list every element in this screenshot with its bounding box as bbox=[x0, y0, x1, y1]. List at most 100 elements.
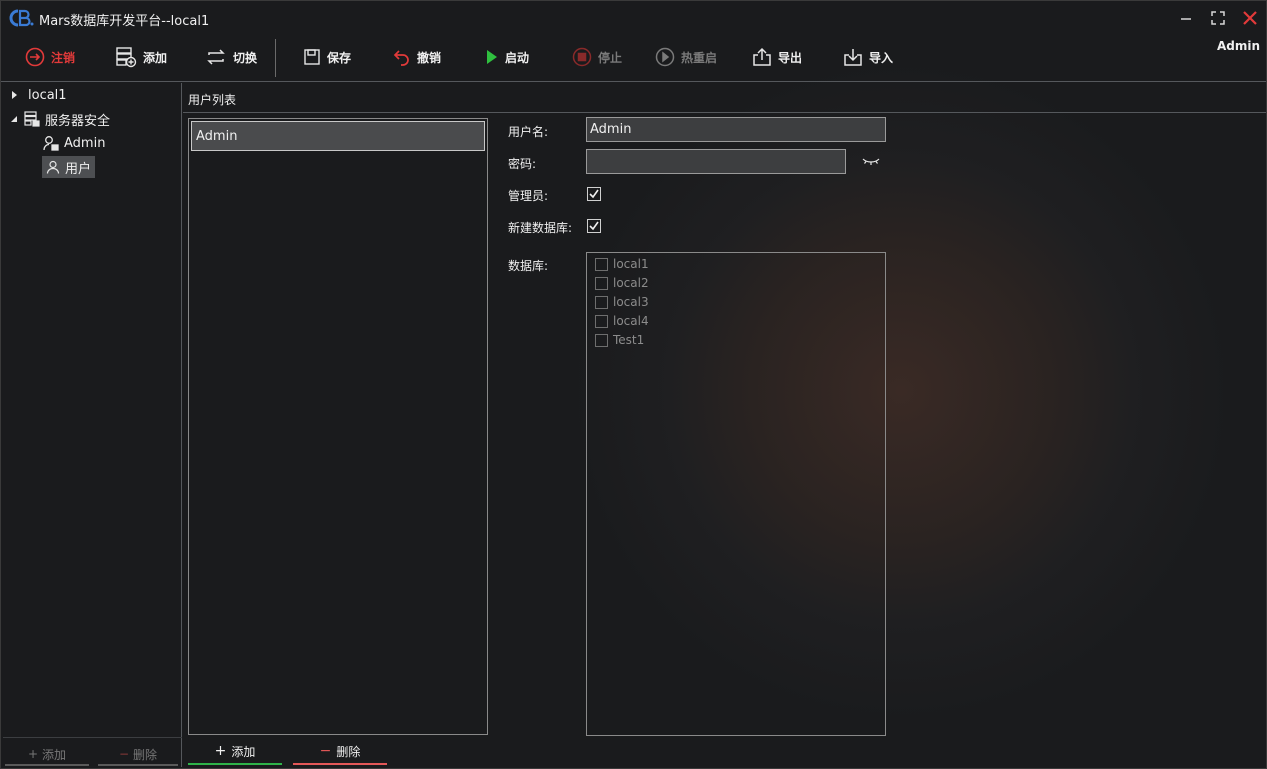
current-user-label: Admin bbox=[1216, 39, 1260, 53]
toolbar-divider-line bbox=[1, 81, 1266, 82]
tree-delete-label: 删除 bbox=[133, 747, 158, 762]
database-checkbox[interactable] bbox=[595, 257, 608, 271]
save-icon bbox=[304, 49, 320, 65]
tree-item-label: local1 bbox=[28, 87, 67, 103]
tree-actions: + 添加 − 删除 bbox=[3, 737, 182, 766]
restart-icon bbox=[655, 47, 675, 67]
database-item-local3[interactable]: local3 bbox=[595, 293, 649, 311]
tree-add-button[interactable]: + 添加 bbox=[5, 744, 89, 766]
username-label: 用户名: bbox=[508, 125, 549, 139]
minimize-icon bbox=[1181, 18, 1191, 20]
add-server-icon bbox=[116, 47, 137, 68]
export-button[interactable]: 导出 bbox=[752, 44, 802, 70]
stop-button[interactable]: 停止 bbox=[572, 44, 622, 70]
stop-label: 停止 bbox=[598, 50, 623, 65]
tree-add-label: 添加 bbox=[42, 747, 67, 762]
app-window: Mars数据库开发平台--local1 注销 添加 切换 保存 撤销 启动 停止… bbox=[0, 0, 1267, 769]
maximize-button[interactable] bbox=[1207, 8, 1229, 28]
import-button[interactable]: 导入 bbox=[843, 44, 893, 70]
create-db-label: 新建数据库: bbox=[508, 221, 573, 235]
hot-restart-label: 热重启 bbox=[681, 50, 718, 65]
app-logo-icon bbox=[9, 9, 34, 27]
import-label: 导入 bbox=[869, 50, 894, 65]
play-icon bbox=[487, 50, 497, 64]
maximize-icon bbox=[1211, 11, 1225, 25]
caret-right-icon[interactable] bbox=[11, 90, 19, 100]
admin-user-icon bbox=[43, 136, 59, 151]
tree-item-users[interactable]: 用户 bbox=[42, 156, 96, 178]
add-button[interactable]: 添加 bbox=[115, 44, 167, 70]
caret-down-icon[interactable] bbox=[9, 114, 19, 124]
user-list[interactable]: Admin bbox=[188, 118, 488, 735]
database-list: local1 local2 local3 local4 Test1 bbox=[586, 252, 886, 736]
delete-user-label: 删除 bbox=[336, 744, 361, 759]
add-user-button[interactable]: + 添加 bbox=[188, 739, 282, 765]
tree-delete-button[interactable]: − 删除 bbox=[98, 744, 178, 766]
hot-restart-button[interactable]: 热重启 bbox=[655, 44, 717, 70]
database-item-local4[interactable]: local4 bbox=[595, 312, 649, 330]
database-checkbox[interactable] bbox=[595, 295, 608, 309]
database-item-test1[interactable]: Test1 bbox=[595, 331, 644, 349]
checkmark-icon bbox=[589, 189, 599, 199]
title-bar: Mars数据库开发平台--local1 bbox=[1, 1, 1266, 35]
close-icon bbox=[1243, 11, 1257, 25]
start-label: 启动 bbox=[505, 50, 530, 65]
toolbar-divider bbox=[275, 39, 276, 77]
database-item-local2[interactable]: local2 bbox=[595, 274, 649, 292]
add-user-label: 添加 bbox=[231, 744, 256, 759]
export-icon bbox=[753, 47, 771, 66]
add-label: 添加 bbox=[143, 50, 168, 65]
minimize-button[interactable] bbox=[1175, 8, 1197, 28]
save-label: 保存 bbox=[327, 50, 352, 65]
logout-button[interactable]: 注销 bbox=[25, 44, 75, 70]
page-title: 用户列表 bbox=[188, 93, 237, 107]
import-icon bbox=[844, 49, 862, 66]
delete-user-button[interactable]: − 删除 bbox=[293, 739, 387, 765]
export-label: 导出 bbox=[778, 50, 803, 65]
minus-icon: − bbox=[118, 747, 130, 761]
database-label: local3 bbox=[613, 295, 649, 309]
database-checkbox[interactable] bbox=[595, 314, 608, 328]
switch-label: 切换 bbox=[233, 50, 258, 65]
admin-checkbox[interactable] bbox=[587, 187, 601, 201]
minus-icon: − bbox=[319, 743, 332, 759]
tree-item-label: 服务器安全 bbox=[45, 113, 111, 129]
password-field[interactable] bbox=[586, 149, 846, 174]
database-label: local2 bbox=[613, 276, 649, 290]
start-button[interactable]: 启动 bbox=[485, 44, 529, 70]
tree-item-local1[interactable]: local1 bbox=[11, 84, 67, 106]
logout-label: 注销 bbox=[51, 50, 76, 65]
database-checkbox[interactable] bbox=[595, 276, 608, 290]
server-tree-panel: local1 服务器安全 Admin 用户 + 添加 − 删除 bbox=[3, 83, 182, 767]
server-security-icon bbox=[24, 111, 40, 127]
save-button[interactable]: 保存 bbox=[303, 44, 351, 70]
switch-button[interactable]: 切换 bbox=[205, 44, 257, 70]
database-item-local1[interactable]: local1 bbox=[595, 255, 649, 273]
databases-label: 数据库: bbox=[508, 259, 549, 273]
undo-label: 撤销 bbox=[417, 50, 442, 65]
password-label: 密码: bbox=[508, 157, 537, 171]
database-label: local1 bbox=[613, 257, 649, 271]
create-db-checkbox[interactable] bbox=[587, 219, 601, 233]
plus-icon: + bbox=[27, 747, 39, 761]
database-label: Test1 bbox=[613, 333, 645, 347]
list-item[interactable]: Admin bbox=[191, 121, 485, 151]
tree-item-admin[interactable]: Admin bbox=[43, 132, 105, 154]
database-label: local4 bbox=[613, 314, 649, 328]
show-password-icon[interactable] bbox=[861, 153, 881, 169]
main-header: 用户列表 bbox=[183, 83, 1266, 113]
tree-item-label: 用户 bbox=[65, 161, 92, 177]
window-title: Mars数据库开发平台--local1 bbox=[39, 14, 210, 29]
close-button[interactable] bbox=[1239, 8, 1261, 28]
undo-icon bbox=[393, 50, 409, 66]
toolbar: 注销 添加 切换 保存 撤销 启动 停止 热重启 导出 导入 Admin bbox=[1, 35, 1266, 81]
database-checkbox[interactable] bbox=[595, 333, 608, 347]
username-field[interactable]: Admin bbox=[586, 117, 886, 142]
plus-icon: + bbox=[214, 743, 227, 759]
tree-item-server-security[interactable]: 服务器安全 bbox=[9, 108, 110, 130]
stop-icon bbox=[572, 47, 592, 67]
checkmark-icon bbox=[589, 221, 599, 231]
switch-icon bbox=[207, 49, 225, 65]
admin-label: 管理员: bbox=[508, 189, 549, 203]
undo-button[interactable]: 撤销 bbox=[393, 44, 441, 70]
